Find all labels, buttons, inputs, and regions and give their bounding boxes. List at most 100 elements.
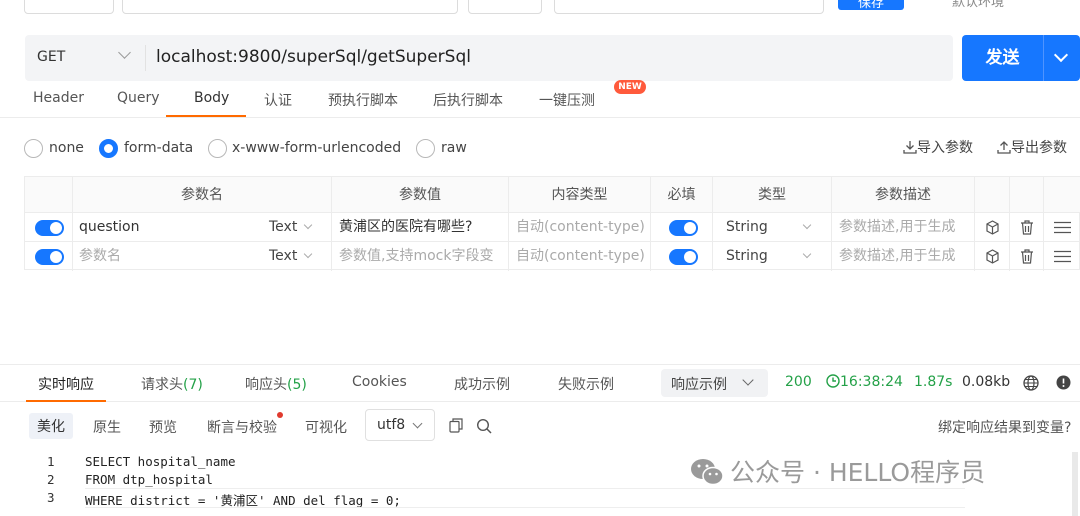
tab-body[interactable]: Body <box>194 90 229 106</box>
param-name-placeholder[interactable]: 参数名 <box>79 242 121 271</box>
tab-auth[interactable]: 认证 <box>264 90 292 110</box>
response-example-select[interactable]: 响应示例 <box>661 369 768 397</box>
drag-handle-icon[interactable] <box>1044 213 1080 242</box>
send-button-label[interactable]: 发送 <box>962 35 1043 81</box>
row-toggle-cell <box>25 213 73 242</box>
field-type-select[interactable]: Text <box>269 213 313 242</box>
chevron-down-icon <box>304 249 313 259</box>
radio-urlencoded[interactable] <box>208 139 227 158</box>
divider <box>145 45 146 71</box>
content-type[interactable]: 自动(content-type) <box>509 213 651 242</box>
tab-success-example[interactable]: 成功示例 <box>454 374 510 394</box>
enable-toggle[interactable] <box>35 249 64 265</box>
tab-assertions[interactable]: 断言与校验 <box>207 417 277 437</box>
tab-visualize[interactable]: 可视化 <box>305 417 347 437</box>
enable-toggle[interactable] <box>35 220 64 236</box>
tab-cookies[interactable]: Cookies <box>352 374 407 390</box>
clock-icon <box>826 374 840 388</box>
required-toggle[interactable] <box>669 249 698 265</box>
watermark: 公众号 · HELLO程序员 <box>690 456 1080 490</box>
top-toolbar: 保存 默认环境 <box>0 0 1080 18</box>
param-value-placeholder[interactable]: 参数值,支持mock字段变 <box>332 242 509 271</box>
response-duration: 1.87s <box>914 374 953 390</box>
content-type[interactable]: 自动(content-type) <box>509 242 651 271</box>
body-type-radios: none form-data x-www-form-urlencoded raw… <box>0 136 1080 162</box>
radio-raw[interactable] <box>416 139 435 158</box>
radio-raw-label[interactable]: raw <box>441 140 467 156</box>
table-row: 参数名 Text 参数值,支持mock字段变 自动(content-type) … <box>25 241 1080 271</box>
line-number: 2 <box>47 472 55 487</box>
download-icon <box>903 141 917 154</box>
table-header-value: 参数值 <box>332 177 509 213</box>
method-select[interactable]: GET <box>37 49 65 65</box>
radio-none-label[interactable]: none <box>49 140 84 156</box>
param-name[interactable]: question <box>79 213 139 242</box>
radio-form-data[interactable] <box>99 139 118 158</box>
info-icon[interactable] <box>1056 375 1071 390</box>
bind-response-link[interactable]: 绑定响应结果到变量? <box>938 417 1071 437</box>
drag-handle-icon[interactable] <box>1044 242 1080 271</box>
param-description[interactable]: 参数描述,用于生成 <box>832 242 975 271</box>
save-button[interactable]: 保存 <box>838 0 904 11</box>
api-name-input[interactable] <box>122 0 458 14</box>
type-select[interactable]: String <box>713 213 832 242</box>
type-select[interactable]: String <box>713 242 832 271</box>
required-cell <box>651 213 713 242</box>
code-line: SELECT hospital_name <box>85 454 236 469</box>
delete-icon[interactable] <box>1010 213 1044 242</box>
tab-response-headers[interactable]: 响应头(5) <box>245 374 307 394</box>
tab-preview[interactable]: 预览 <box>149 417 177 437</box>
tab-query[interactable]: Query <box>117 90 160 106</box>
copy-icon[interactable] <box>449 418 463 433</box>
table-header-blank <box>975 177 1010 213</box>
chevron-down-icon[interactable] <box>1053 47 1069 63</box>
param-name-cell[interactable]: question Text <box>73 213 332 242</box>
radio-form-data-label[interactable]: form-data <box>124 140 193 156</box>
api-desc-button[interactable] <box>468 0 542 14</box>
param-description[interactable]: 参数描述,用于生成 <box>832 213 975 242</box>
tab-header[interactable]: Header <box>33 90 84 106</box>
table-header-blank <box>1010 177 1044 213</box>
table-row: question Text 黄浦区的医院有哪些? 自动(content-type… <box>25 212 1080 242</box>
tab-request-headers[interactable]: 请求头(7) <box>141 374 203 394</box>
field-type-select[interactable]: Text <box>269 242 313 271</box>
import-params-button[interactable]: 导入参数 <box>903 137 973 157</box>
delete-icon[interactable] <box>1010 242 1044 271</box>
params-table: 参数名 参数值 内容类型 必填 类型 参数描述 question Text 黄浦… <box>24 176 1080 271</box>
tab-realtime-response[interactable]: 实时响应 <box>38 374 94 394</box>
radio-none[interactable] <box>24 139 43 158</box>
line-number: 1 <box>47 454 55 469</box>
request-tabs: Header Query Body 认证 预执行脚本 后执行脚本 一键压测 <box>0 84 1080 118</box>
table-header-toggle <box>25 177 73 213</box>
required-toggle[interactable] <box>669 220 698 236</box>
tab-pre-script[interactable]: 预执行脚本 <box>328 90 398 110</box>
param-value[interactable]: 黄浦区的医院有哪些? <box>332 213 509 242</box>
chevron-down-icon[interactable] <box>118 46 131 59</box>
param-name-cell[interactable]: 参数名 Text <box>73 242 332 271</box>
tab-stress-test[interactable]: 一键压测 <box>539 90 595 110</box>
response-size: 0.08kb <box>962 374 1011 390</box>
cube-icon[interactable] <box>975 242 1010 271</box>
radio-urlencoded-label[interactable]: x-www-form-urlencoded <box>232 140 401 156</box>
tab-raw[interactable]: 原生 <box>93 417 121 437</box>
send-button[interactable]: 发送 <box>962 35 1080 81</box>
dev-status-select[interactable] <box>24 0 114 14</box>
required-cell <box>651 242 713 271</box>
cube-icon[interactable] <box>975 213 1010 242</box>
search-icon[interactable] <box>476 418 492 434</box>
url-input[interactable]: localhost:9800/superSql/getSuperSql <box>156 47 471 67</box>
active-tab-indicator <box>26 400 106 402</box>
tab-post-script[interactable]: 后执行脚本 <box>433 90 503 110</box>
export-params-button[interactable]: 导出参数 <box>997 137 1067 157</box>
chevron-down-icon <box>304 220 313 230</box>
tab-beautify[interactable]: 美化 <box>29 413 73 439</box>
wechat-icon <box>691 459 724 486</box>
encoding-select[interactable]: utf8 <box>365 409 435 441</box>
table-header-content-type: 内容类型 <box>509 177 651 213</box>
globe-icon[interactable] <box>1023 375 1039 391</box>
table-header-required: 必填 <box>651 177 713 213</box>
env-select[interactable]: 默认环境 <box>942 0 1038 14</box>
tab-failure-example[interactable]: 失败示例 <box>558 374 614 394</box>
table-header-description: 参数描述 <box>832 177 975 213</box>
row-toggle-cell <box>25 242 73 271</box>
